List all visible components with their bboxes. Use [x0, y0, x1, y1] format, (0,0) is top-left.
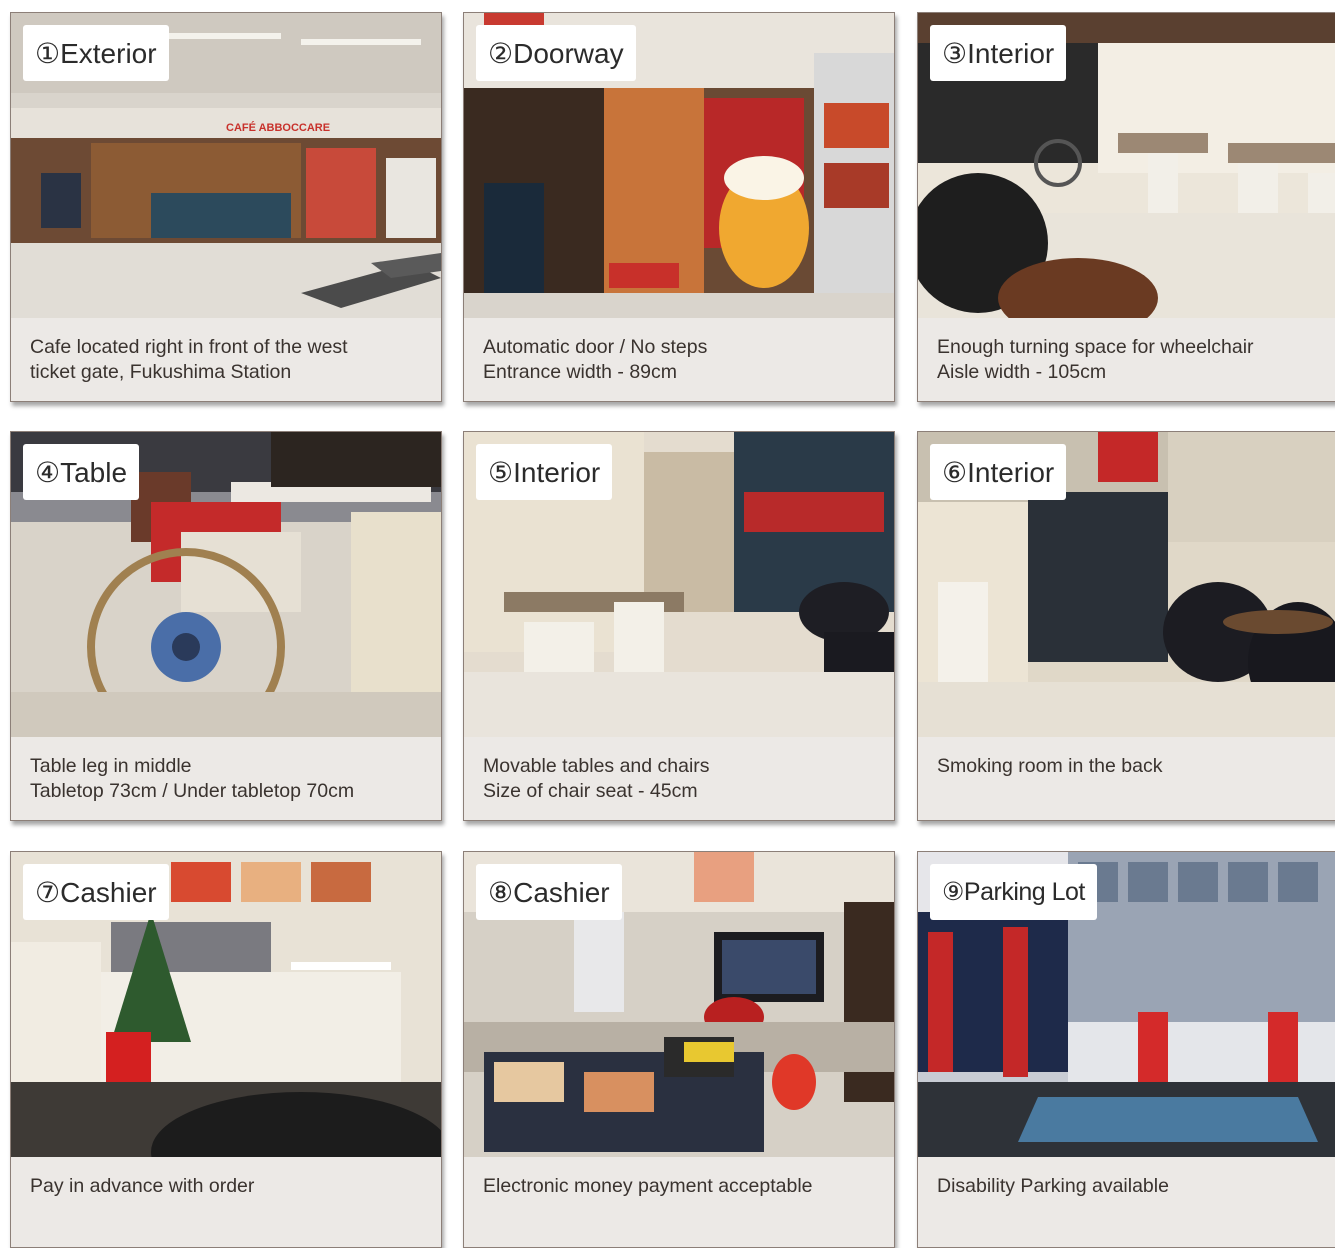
card-caption: Disability Parking available: [937, 1174, 1328, 1199]
caption-line: Pay in advance with order: [30, 1175, 255, 1197]
card-caption: Automatic door / No steps Entrance width…: [483, 335, 884, 385]
card-label: ①Exterior: [23, 25, 169, 81]
card-exterior: CAFÉ ABBOCCARE ①Exterior Cafe located ri…: [10, 12, 442, 402]
caption-line: Disability Parking available: [937, 1175, 1169, 1197]
card-label: ⑧Cashier: [476, 864, 622, 920]
card-table: ④Table Table leg in middle Tabletop 73cm…: [10, 431, 442, 821]
caption-line: Enough turning space for wheelchair: [937, 336, 1254, 358]
card-label: ⑦Cashier: [23, 864, 169, 920]
card-label: ③Interior: [930, 25, 1067, 81]
card-caption: Cafe located right in front of the west …: [30, 335, 431, 385]
caption-line: Aisle width - 105cm: [937, 361, 1107, 383]
card-interior-2: ⑤Interior Movable tables and chairs Size…: [463, 431, 895, 821]
card-cashier-1: ⑦Cashier Pay in advance with order: [10, 851, 442, 1248]
card-caption: Enough turning space for wheelchair Aisl…: [937, 335, 1328, 385]
caption-line: Table leg in middle: [30, 755, 192, 777]
caption-line: Smoking room in the back: [937, 755, 1163, 777]
card-caption: Movable tables and chairs Size of chair …: [483, 754, 884, 804]
card-label: ⑥Interior: [930, 444, 1067, 500]
storefront-sign: CAFÉ ABBOCCARE: [226, 121, 330, 134]
card-caption: Pay in advance with order: [30, 1174, 431, 1199]
card-cashier-2: ⑧Cashier Electronic money payment accept…: [463, 851, 895, 1248]
card-interior-1: ③Interior Enough turning space for wheel…: [917, 12, 1335, 402]
caption-line: Electronic money payment acceptable: [483, 1175, 813, 1197]
caption-line: ticket gate, Fukushima Station: [30, 361, 292, 383]
caption-line: Automatic door / No steps: [483, 336, 708, 358]
caption-line: Tabletop 73cm / Under tabletop 70cm: [30, 780, 355, 802]
card-caption: Electronic money payment acceptable: [483, 1174, 884, 1199]
caption-line: Cafe located right in front of the west: [30, 336, 348, 358]
caption-line: Size of chair seat - 45cm: [483, 780, 698, 802]
photo-grid: CAFÉ ABBOCCARE ①Exterior Cafe located ri…: [0, 0, 1335, 1248]
card-label: ④Table: [23, 444, 140, 500]
caption-line: Movable tables and chairs: [483, 755, 710, 777]
card-label: ②Doorway: [476, 25, 636, 81]
card-parking-lot: ⑨Parking Lot Disability Parking availabl…: [917, 851, 1335, 1248]
card-interior-3: ⑥Interior Smoking room in the back: [917, 431, 1335, 821]
caption-line: Entrance width - 89cm: [483, 361, 678, 383]
card-doorway: ②Doorway Automatic door / No steps Entra…: [463, 12, 895, 402]
card-caption: Table leg in middle Tabletop 73cm / Unde…: [30, 754, 431, 804]
card-caption: Smoking room in the back: [937, 754, 1328, 779]
card-label: ⑨Parking Lot: [930, 864, 1097, 920]
card-label: ⑤Interior: [476, 444, 613, 500]
